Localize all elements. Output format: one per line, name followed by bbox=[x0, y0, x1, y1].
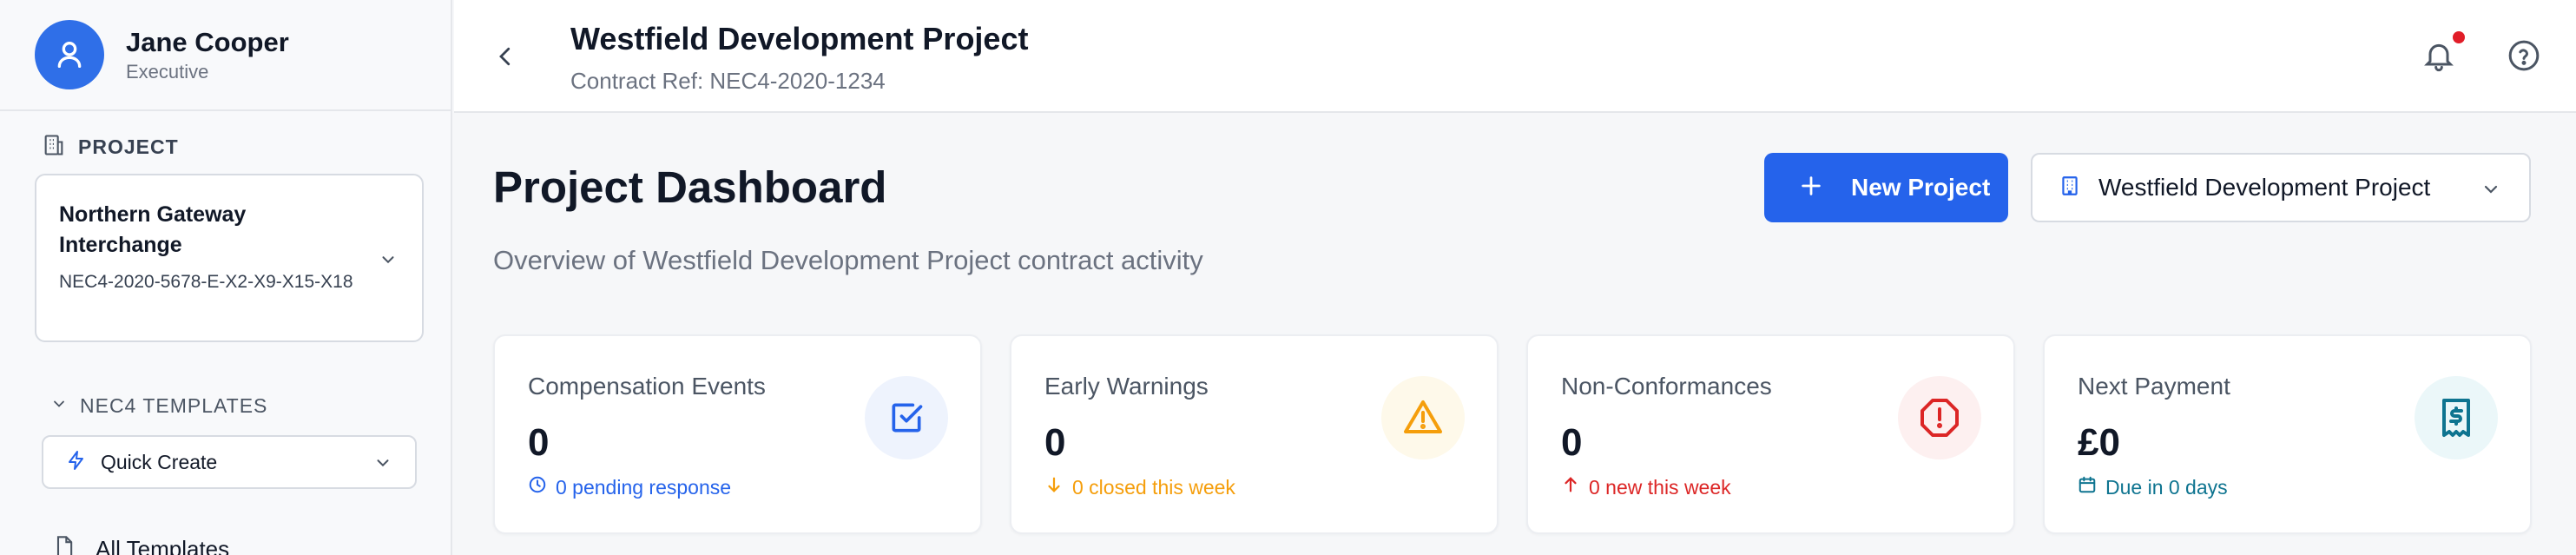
project-select-dropdown[interactable]: Westfield Development Project bbox=[2031, 153, 2531, 222]
lightning-icon bbox=[66, 450, 87, 475]
card-note-text: 0 pending response bbox=[556, 475, 732, 499]
selected-project-label: Westfield Development Project bbox=[2098, 174, 2431, 201]
all-templates-label: All Templates bbox=[96, 536, 230, 555]
project-selector[interactable]: Northern Gateway Interchange NEC4-2020-5… bbox=[35, 174, 424, 342]
stat-card-next-payment[interactable]: Next Payment £0 Due in 0 days bbox=[2043, 334, 2532, 534]
card-label: Next Payment bbox=[2078, 373, 2230, 400]
sidebar: Jane Cooper Executive PROJECT Northern G… bbox=[0, 0, 452, 555]
warning-triangle-icon bbox=[1381, 376, 1465, 459]
project-name: Northern Gateway Interchange bbox=[59, 202, 247, 257]
user-icon bbox=[35, 20, 104, 89]
new-project-button[interactable]: New Project bbox=[1764, 153, 2008, 222]
notification-badge bbox=[2453, 31, 2465, 43]
card-note: 0 new this week bbox=[1561, 475, 1731, 499]
dashboard-subtitle: Overview of Westfield Development Projec… bbox=[493, 245, 1203, 275]
project-section-label: PROJECT bbox=[78, 135, 179, 158]
card-note: 0 pending response bbox=[528, 475, 731, 499]
quick-create-dropdown[interactable]: Quick Create bbox=[42, 435, 417, 489]
chevron-down-icon bbox=[379, 250, 398, 274]
arrow-down-icon bbox=[1044, 475, 1064, 499]
quick-create-label: Quick Create bbox=[101, 450, 218, 473]
stat-card-non-conformances[interactable]: Non-Conformances 0 0 new this week bbox=[1526, 334, 2015, 534]
sidebar-item-all-templates[interactable]: All Templates bbox=[52, 533, 229, 555]
stat-cards: Compensation Events 0 0 pending response… bbox=[493, 334, 2532, 534]
user-role: Executive bbox=[126, 61, 209, 83]
back-arrow-icon[interactable] bbox=[492, 41, 518, 76]
receipt-icon bbox=[2415, 376, 2498, 459]
card-note: 0 closed this week bbox=[1044, 475, 1235, 499]
chevron-down-icon bbox=[2480, 179, 2501, 204]
card-label: Non-Conformances bbox=[1561, 373, 1772, 400]
templates-section-toggle[interactable]: NEC4 TEMPLATES bbox=[50, 394, 267, 418]
project-code: NEC4-2020-5678-E-X2-X9-X15-X18 bbox=[59, 272, 353, 292]
card-note-text: 0 closed this week bbox=[1072, 475, 1235, 499]
bell-icon[interactable] bbox=[2421, 36, 2456, 79]
top-bar: Westfield Development Project Contract R… bbox=[454, 0, 2576, 113]
card-label: Early Warnings bbox=[1044, 373, 1209, 400]
plus-icon bbox=[1799, 174, 1823, 202]
card-note-text: Due in 0 days bbox=[2105, 475, 2228, 499]
building-icon bbox=[2059, 174, 2081, 202]
alert-octagon-icon bbox=[1898, 376, 1981, 459]
card-note: Due in 0 days bbox=[2078, 475, 2228, 499]
dashboard-title: Project Dashboard bbox=[493, 162, 887, 212]
card-value: £0 bbox=[2078, 421, 2120, 464]
stat-card-compensation-events[interactable]: Compensation Events 0 0 pending response bbox=[493, 334, 982, 534]
chevron-down-icon bbox=[373, 453, 392, 477]
card-value: 0 bbox=[1561, 421, 1583, 464]
page-title: Westfield Development Project bbox=[570, 21, 1029, 56]
contract-ref: Contract Ref: NEC4-2020-1234 bbox=[570, 68, 886, 94]
templates-section-label: NEC4 TEMPLATES bbox=[80, 394, 268, 417]
project-section-header: PROJECT bbox=[42, 132, 179, 162]
stat-card-early-warnings[interactable]: Early Warnings 0 0 closed this week bbox=[1010, 334, 1499, 534]
arrow-up-icon bbox=[1561, 475, 1580, 499]
card-value: 0 bbox=[528, 421, 550, 464]
card-label: Compensation Events bbox=[528, 373, 766, 400]
file-icon bbox=[52, 533, 76, 555]
help-icon[interactable] bbox=[2507, 38, 2541, 77]
chevron-down-icon bbox=[50, 395, 68, 417]
card-note-text: 0 new this week bbox=[1589, 475, 1731, 499]
check-square-icon bbox=[865, 376, 948, 459]
card-value: 0 bbox=[1044, 421, 1066, 464]
calendar-icon bbox=[2078, 475, 2097, 499]
new-project-label: New Project bbox=[1851, 174, 1991, 201]
user-profile[interactable]: Jane Cooper Executive bbox=[0, 0, 451, 111]
building-icon bbox=[42, 132, 66, 162]
user-name: Jane Cooper bbox=[126, 27, 289, 57]
clock-icon bbox=[528, 475, 547, 499]
